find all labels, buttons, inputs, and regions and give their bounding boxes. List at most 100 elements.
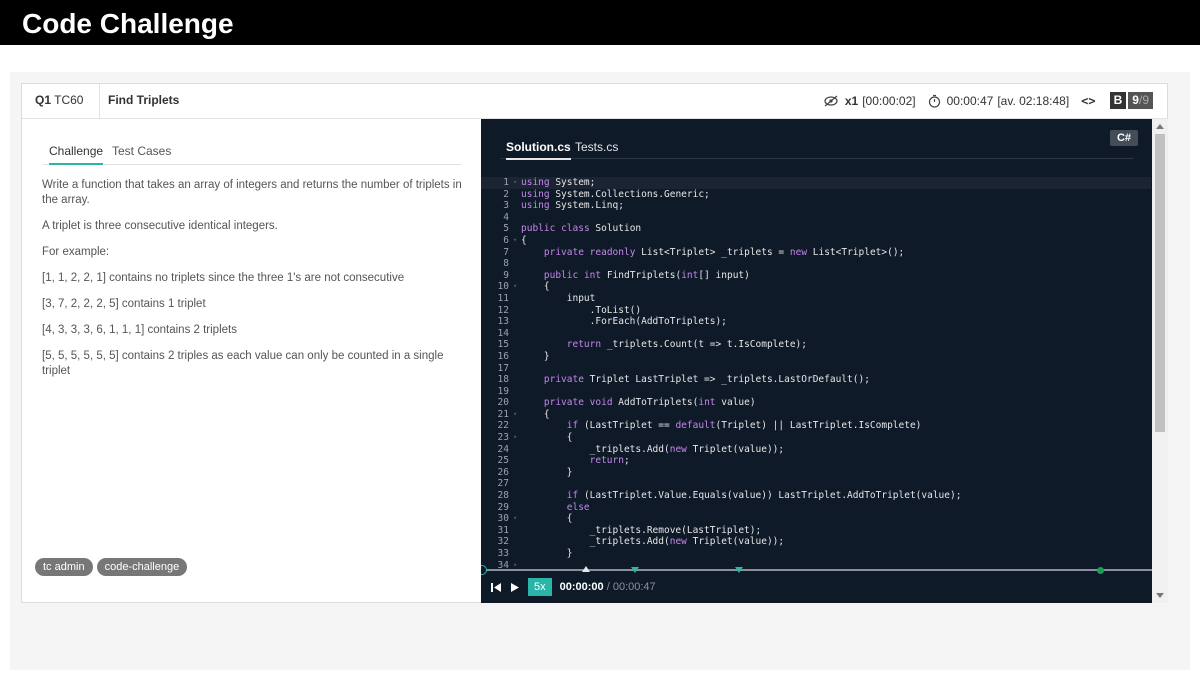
line-number: 15 [497,339,509,351]
views-count: x1 [844,93,859,108]
fold-marker [513,386,521,398]
code-text: .ForEach(AddToTriplets); [521,316,727,328]
play-icon[interactable] [510,582,520,593]
fold-marker: ▾ [513,514,518,523]
skip-back-icon[interactable] [491,582,502,593]
line-number: 33 [497,548,509,559]
code-line: 15 return _triplets.Count(t => t.IsCompl… [481,339,1151,351]
code-text: _triplets.Add(new Triplet(value)); [521,536,785,548]
tab-tests-cs[interactable]: Tests.cs [575,140,618,158]
timeline-marker [735,567,743,573]
line-number: 14 [497,327,509,339]
scroll-thumb[interactable] [1155,134,1165,432]
challenge-tabs: Challenge Test Cases [42,142,461,165]
code-text: return; [589,455,630,467]
code-line: 8 [481,258,1151,270]
code-line: 6 ▾{ [481,235,1151,247]
line-number: 30 [497,513,509,525]
stopwatch-icon [928,94,940,108]
code-line: 24 _triplets.Add(new Triplet(value)); [481,444,1151,456]
code-text: using System; [521,177,596,188]
line-number: 3 [503,200,509,212]
tab-test-cases[interactable]: Test Cases [112,144,171,163]
code-area[interactable]: 1 ▾ using System; 2 using System.Collections… [481,177,1151,571]
code-text: .ToList() [521,304,642,316]
fold-marker [513,212,521,224]
code-icon[interactable]: <> [1081,94,1095,108]
example-line: [3, 7, 2, 2, 2, 5] contains 1 triplet [42,298,206,310]
fold-marker [513,397,521,409]
speed-button[interactable]: 5x [528,578,552,596]
fold-marker [513,328,521,340]
fold-marker [513,293,521,305]
code-line: 9 public int FindTriplets(int[] input) [481,270,1151,282]
description-paragraph: A triplet is three consecutive identical… [42,220,278,232]
current-time: 00:00:00 [559,581,604,593]
fold-marker [513,270,521,282]
code-line: 12 .ToList() [481,305,1151,317]
code-text: if (LastTriplet == default(Triplet) || L… [566,420,922,432]
fold-marker [513,536,521,548]
line-number: 5 [503,223,509,235]
timeline-track[interactable] [481,565,1152,575]
code-text: { [521,513,573,525]
fold-marker: ▾ [513,178,518,186]
line-number: 27 [497,478,509,490]
editor-scrollbar[interactable] [1152,119,1168,603]
fold-marker [513,316,521,328]
editor-tabs: Solution.cs Tests.cs [500,136,1134,160]
timeline-handle[interactable] [481,565,487,575]
code-text: } [521,548,573,559]
line-number: 18 [497,374,509,386]
fold-marker [513,247,521,259]
top-bar: Code Challenge [0,0,1200,45]
test-case-id: TC60 [54,93,84,107]
fold-marker [513,444,521,456]
line-number: 22 [497,420,509,432]
code-line: 31 _triplets.Remove(LastTriplet); [481,525,1151,537]
code-text: if (LastTriplet.Value.Equals(value)) Las… [566,490,962,502]
code-text: { [521,408,550,420]
question-number: Q1 [35,93,52,107]
challenge-card: Q1 TC60 Find Triplets x1 [00:00:02] 00:0… [21,83,1168,603]
fold-marker [513,525,521,537]
code-text: } [521,350,550,362]
code-line: 32 _triplets.Add(new Triplet(value)); [481,536,1151,548]
code-icon-glyph: <> [1081,93,1096,108]
code-line: 4 [481,212,1151,224]
code-text: { [521,234,527,246]
views-stat: x1 [00:00:02] [823,94,916,108]
code-line: 27 [481,478,1151,490]
scroll-down-icon[interactable] [1156,593,1164,598]
tag-code-challenge[interactable]: code-challenge [96,558,188,576]
tag-tc-admin[interactable]: tc admin [35,558,93,576]
code-line: 10 ▾ { [481,281,1151,293]
line-number: 17 [497,362,509,374]
example-line: [4, 3, 3, 3, 6, 1, 1, 1] contains 2 trip… [42,324,237,336]
line-number: 13 [497,316,509,328]
line-number: 7 [503,246,509,258]
line-number: 28 [497,490,509,502]
fold-marker [513,455,521,467]
line-number: 19 [497,385,509,397]
code-text: _triplets.Remove(LastTriplet); [521,524,762,536]
code-line: 13 .ForEach(AddToTriplets); [481,316,1151,328]
line-number: 24 [497,443,509,455]
fold-marker [513,189,521,201]
line-number: 2 [503,188,509,200]
total-time: / 00:00:47 [606,581,656,593]
score-total: /9 [1138,93,1149,107]
fold-marker: ▾ [513,433,518,442]
timeline-marker [582,566,590,572]
code-line: 16 } [481,351,1151,363]
code-line: 29 else [481,502,1151,514]
tab-solution-cs[interactable]: Solution.cs [506,140,571,160]
fold-marker: ▾ [513,409,518,418]
line-number: 26 [497,466,509,478]
line-number: 31 [497,524,509,536]
fold-marker: ▾ [513,235,518,244]
code-text: public class Solution [521,223,642,235]
code-line: 3 using System.Linq; [481,200,1151,212]
scroll-up-icon[interactable] [1156,124,1164,129]
tab-challenge[interactable]: Challenge [49,144,104,165]
